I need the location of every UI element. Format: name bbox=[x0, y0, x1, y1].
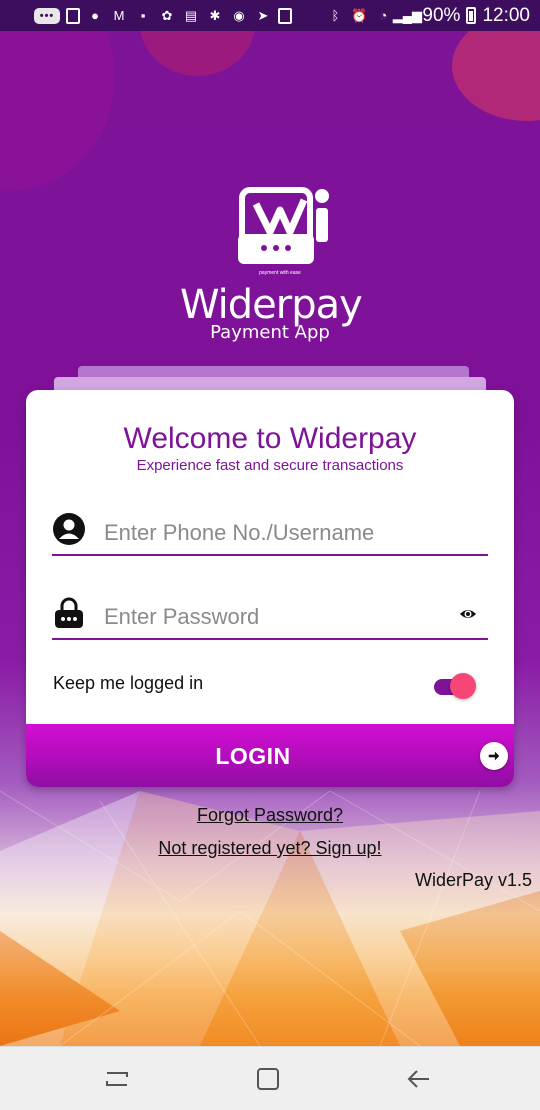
toggle-knob bbox=[450, 673, 476, 699]
user-icon bbox=[53, 513, 85, 545]
login-label: LOGIN bbox=[215, 743, 291, 769]
keep-logged-in-label: Keep me logged in bbox=[53, 673, 204, 693]
phone-username-input[interactable] bbox=[104, 518, 444, 548]
signal-icon: ▂▄▆ bbox=[392, 8, 423, 23]
notification-icons: ••• ● M ▪ ✿ ▤ ✱ ◉ ➤ bbox=[34, 7, 292, 25]
messenger-icon: ◉ bbox=[233, 8, 245, 23]
recent-apps-icon[interactable] bbox=[103, 1065, 131, 1093]
welcome-subtitle: Experience fast and secure transactions bbox=[136, 457, 404, 474]
wifi-icon: ◔ bbox=[379, 8, 388, 23]
welcome-title: Welcome to Widerpay bbox=[123, 422, 417, 455]
mail-icon: M bbox=[113, 8, 125, 23]
battery-percent: 90% bbox=[422, 4, 461, 26]
bluetooth-icon: ᛒ bbox=[331, 8, 340, 23]
clock: 12:00 bbox=[482, 4, 530, 26]
message-icon: ▪ bbox=[140, 8, 146, 23]
bug-icon: ✱ bbox=[209, 8, 221, 23]
login-button[interactable]: LOGIN bbox=[26, 724, 514, 787]
circle-app-icon: ● bbox=[91, 8, 99, 23]
status-bar: ••• ● M ▪ ✿ ▤ ✱ ◉ ➤ ᛒ ⏰ ◔ ▂▄▆ 90% 12:00 bbox=[0, 0, 540, 31]
forgot-password-link[interactable]: Forgot Password? bbox=[0, 805, 540, 826]
back-arrow-icon[interactable] bbox=[405, 1065, 433, 1093]
alarm-icon: ⏰ bbox=[351, 8, 368, 23]
chat-icon: ▤ bbox=[184, 8, 198, 23]
app-notification-icon-2 bbox=[278, 7, 292, 24]
home-icon[interactable] bbox=[254, 1065, 282, 1093]
signup-link[interactable]: Not registered yet? Sign up! bbox=[0, 838, 540, 859]
logo-tagline: payment with ease bbox=[259, 270, 301, 276]
password-field bbox=[52, 596, 488, 640]
eye-icon[interactable] bbox=[459, 605, 477, 623]
login-card: Welcome to Widerpay Experience fast and … bbox=[26, 390, 514, 787]
lock-icon bbox=[55, 597, 83, 628]
app-notification-icon bbox=[66, 7, 80, 24]
password-input[interactable] bbox=[104, 602, 444, 632]
arrow-right-icon bbox=[480, 742, 508, 770]
system-icons: ᛒ ⏰ ◔ ▂▄▆ 90% 12:00 bbox=[326, 5, 530, 27]
battery-icon bbox=[466, 7, 477, 24]
telegram-icon: ➤ bbox=[257, 8, 269, 23]
keep-logged-in-toggle[interactable] bbox=[434, 673, 476, 699]
system-nav-bar bbox=[0, 1046, 540, 1110]
phone-field bbox=[52, 512, 488, 556]
logo-subtitle: Payment App bbox=[210, 322, 330, 343]
more-notifications-icon: ••• bbox=[34, 7, 60, 24]
version-label: WiderPay v1.5 bbox=[414, 870, 532, 890]
settings-gear-icon: ✿ bbox=[161, 8, 173, 23]
